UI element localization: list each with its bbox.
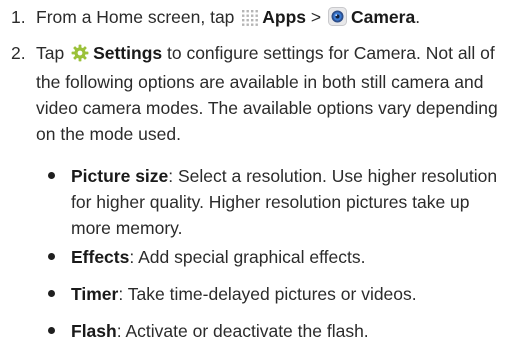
list-item: Flash: Activate or deactivate the flash. — [48, 318, 511, 344]
step-body: Tap Settings to configure settings for C… — [36, 40, 514, 147]
step-end: . — [415, 7, 421, 27]
list-item: Effects: Add special graphical effects. — [48, 244, 511, 270]
step-number: 2. — [11, 43, 26, 63]
bullet-dot — [48, 290, 55, 297]
camera-app-icon — [327, 7, 347, 33]
step-text: From a Home screen, tap — [36, 7, 240, 27]
step-number: 1. — [11, 7, 26, 27]
option-term: Effects — [71, 247, 130, 267]
settings-label: Settings — [93, 43, 163, 63]
settings-gear-icon — [71, 43, 89, 69]
step-body: From a Home screen, tap Apps > Camera. — [36, 4, 514, 33]
step-text: Tap — [36, 43, 70, 63]
bullet-dot — [48, 172, 55, 179]
option-description: : Add special graphical effects. — [129, 247, 366, 267]
path-separator: > — [306, 7, 326, 27]
apps-grid-icon — [241, 7, 259, 33]
bullet-dot — [48, 327, 55, 334]
option-term: Flash — [71, 321, 117, 341]
list-item: Picture size: Select a resolution. Use h… — [48, 163, 511, 241]
option-description: : Take time-delayed pictures or videos. — [118, 284, 417, 304]
list-item: Timer: Take time-delayed pictures or vid… — [48, 281, 511, 307]
option-term: Picture size — [71, 166, 169, 186]
apps-label: Apps — [262, 7, 307, 27]
option-term: Timer — [71, 284, 119, 304]
option-description: : Activate or deactivate the flash. — [116, 321, 369, 341]
camera-label: Camera — [350, 7, 416, 27]
bullet-dot — [48, 253, 55, 260]
